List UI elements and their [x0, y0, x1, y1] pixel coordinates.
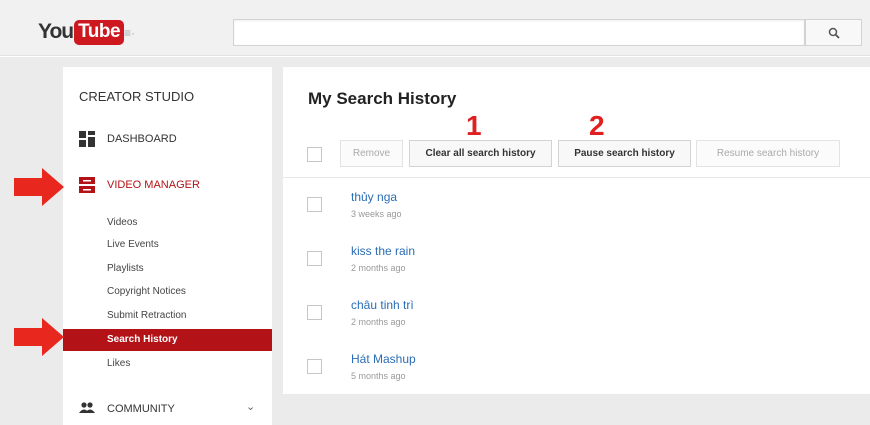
history-query-link[interactable]: Hát Mashup [351, 352, 416, 366]
subitem-live-events[interactable]: Live Events [107, 239, 159, 250]
search-icon [828, 27, 840, 39]
select-all-checkbox[interactable] [307, 147, 322, 162]
sidebar: CREATOR STUDIO DASHBOARD VIDEO MANAGER V… [63, 67, 272, 425]
pause-search-history-button[interactable]: Pause search history [558, 140, 691, 167]
chevron-down-icon[interactable]: ⌄ [246, 400, 255, 413]
resume-search-history-button[interactable]: Resume search history [696, 140, 840, 167]
subitem-likes[interactable]: Likes [107, 358, 130, 369]
subitem-videos[interactable]: Videos [107, 217, 137, 228]
row-checkbox[interactable] [307, 305, 322, 320]
logo-you-text: You [38, 20, 74, 43]
sidebar-item-dashboard[interactable]: DASHBOARD [79, 131, 177, 147]
sidebar-item-label: DASHBOARD [107, 133, 177, 145]
row-checkbox[interactable] [307, 197, 322, 212]
youtube-logo[interactable]: You Tube [38, 19, 125, 45]
sidebar-item-label: COMMUNITY [107, 403, 175, 415]
annotation-2: 2 [589, 110, 605, 141]
search-input[interactable] [233, 19, 805, 46]
search-button[interactable] [805, 19, 862, 46]
page-title: My Search History [308, 89, 457, 108]
row-checkbox[interactable] [307, 359, 322, 374]
subitem-copyright-notices[interactable]: Copyright Notices [107, 286, 186, 297]
sidebar-item-community[interactable]: COMMUNITY [79, 401, 175, 417]
row-checkbox[interactable] [307, 251, 322, 266]
subitem-search-history[interactable]: Search History [63, 329, 272, 351]
history-query-link[interactable]: thủy nga [351, 190, 397, 204]
guide-menu-icon[interactable]: ≡· [124, 26, 146, 40]
video-manager-icon [79, 177, 95, 193]
main-panel: My Search History 1 2 Remove Clear all s… [283, 67, 870, 394]
community-icon [79, 402, 95, 413]
dashboard-icon [79, 131, 95, 147]
sidebar-title: CREATOR STUDIO [79, 89, 195, 104]
subitem-playlists[interactable]: Playlists [107, 263, 144, 274]
history-time: 3 weeks ago [351, 209, 402, 219]
toolbar-divider [283, 177, 870, 178]
annotation-1: 1 [466, 110, 482, 141]
history-time: 2 months ago [351, 317, 406, 327]
sidebar-item-label: VIDEO MANAGER [107, 179, 200, 191]
logo-tube-text: Tube [74, 19, 125, 45]
subitem-submit-retraction[interactable]: Submit Retraction [107, 310, 186, 321]
history-time: 5 months ago [351, 371, 406, 381]
sidebar-item-video-manager[interactable]: VIDEO MANAGER [79, 177, 200, 193]
arrow-search-history-icon [14, 318, 64, 356]
history-time: 2 months ago [351, 263, 406, 273]
arrow-video-manager-icon [14, 168, 64, 206]
subitem-search-history-label: Search History [107, 334, 178, 345]
history-query-link[interactable]: châu tinh trì [351, 298, 414, 312]
remove-button[interactable]: Remove [340, 140, 403, 167]
history-query-link[interactable]: kiss the rain [351, 244, 415, 258]
clear-all-search-history-button[interactable]: Clear all search history [409, 140, 552, 167]
